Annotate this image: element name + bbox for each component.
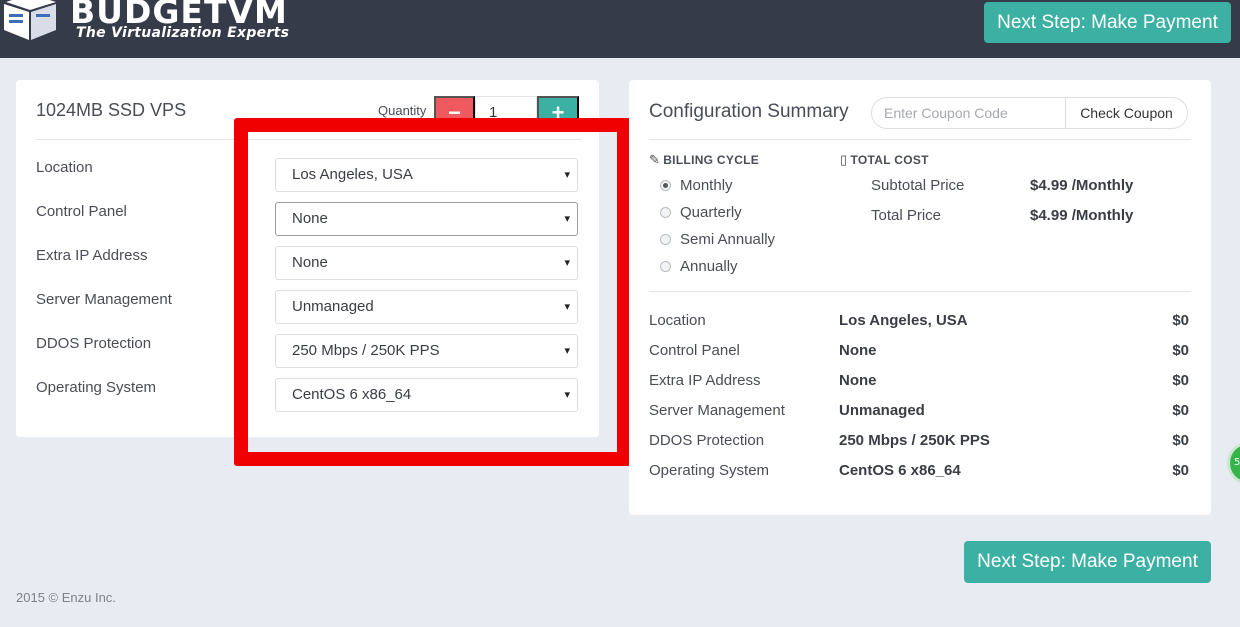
- billing-cycle-heading-text: BILLING CYCLE: [663, 153, 760, 167]
- billing-option-monthly[interactable]: Monthly: [660, 177, 733, 194]
- total-label: Total Price: [871, 207, 942, 224]
- summary-row-label: DDOS Protection: [649, 432, 765, 449]
- extra-ip-label: Extra IP Address: [36, 247, 148, 264]
- chevron-down-icon: ▾: [564, 257, 570, 269]
- ddos-protection-label: DDOS Protection: [36, 335, 152, 352]
- divider: [649, 291, 1191, 292]
- radio-icon[interactable]: [660, 207, 671, 218]
- configuration-summary-card: Configuration Summary Enter Coupon Code …: [629, 80, 1211, 515]
- summary-row-value: CentOS 6 x86_64: [839, 462, 961, 479]
- ddos-protection-select-value: 250 Mbps / 250K PPS: [292, 342, 440, 359]
- billing-option-semi-annually[interactable]: Semi Annually: [660, 231, 775, 248]
- billing-option-label: Monthly: [680, 177, 733, 194]
- quantity-decrement-button[interactable]: −: [434, 96, 475, 128]
- radio-icon[interactable]: [660, 234, 671, 245]
- summary-row-value: Unmanaged: [839, 402, 925, 419]
- next-step-payment-button-bottom[interactable]: Next Step: Make Payment: [964, 541, 1211, 583]
- location-label: Location: [36, 159, 93, 176]
- pin-icon: ✎: [649, 152, 661, 167]
- server-management-select[interactable]: Unmanaged ▾: [275, 290, 578, 324]
- billing-option-label: Quarterly: [680, 204, 742, 221]
- extra-ip-select[interactable]: None ▾: [275, 246, 578, 280]
- summary-row-label: Server Management: [649, 402, 785, 419]
- summary-row-label: Control Panel: [649, 342, 740, 359]
- summary-row-label: Extra IP Address: [649, 372, 761, 389]
- check-coupon-button[interactable]: Check Coupon: [1065, 97, 1188, 129]
- summary-row-label: Operating System: [649, 462, 770, 479]
- plus-icon: +: [551, 100, 565, 125]
- radio-icon[interactable]: [660, 261, 671, 272]
- quantity-input[interactable]: 1: [475, 96, 537, 128]
- summary-row-value: None: [839, 342, 877, 359]
- operating-system-select[interactable]: CentOS 6 x86_64 ▾: [275, 378, 578, 412]
- chevron-down-icon: ▾: [564, 169, 570, 181]
- chevron-down-icon: ▾: [564, 345, 570, 357]
- budgetvm-logo[interactable]: BUDGETVM The Virtualization Experts: [0, 0, 320, 44]
- product-config-card: 1024MB SSD VPS Quantity − 1 + Location C…: [16, 80, 599, 437]
- summary-row-label: Location: [649, 312, 706, 329]
- server-box-logo-icon: [4, 0, 56, 40]
- operating-system-label: Operating System: [36, 379, 157, 396]
- summary-row-value: 250 Mbps / 250K PPS: [839, 432, 990, 449]
- server-management-label: Server Management: [36, 291, 172, 308]
- extra-ip-select-value: None: [292, 254, 328, 271]
- billing-option-quarterly[interactable]: Quarterly: [660, 204, 742, 221]
- location-select[interactable]: Los Angeles, USA ▾: [275, 158, 578, 192]
- chevron-down-icon: ▾: [564, 389, 570, 401]
- total-cost-heading-text: TOTAL COST: [850, 153, 929, 167]
- total-value: $4.99 /Monthly: [1030, 207, 1134, 224]
- control-panel-label: Control Panel: [36, 203, 127, 220]
- coupon-code-input[interactable]: Enter Coupon Code: [871, 97, 1067, 129]
- clipboard-icon: ▯: [840, 152, 848, 167]
- summary-row-value: Los Angeles, USA: [839, 312, 968, 329]
- summary-row-price: $0: [1172, 312, 1189, 329]
- quantity-label: Quantity: [378, 103, 427, 118]
- chevron-down-icon: ▾: [564, 213, 570, 225]
- summary-row-price: $0: [1172, 462, 1189, 479]
- summary-row-price: $0: [1172, 402, 1189, 419]
- radio-selected-icon[interactable]: [660, 180, 671, 191]
- location-select-value: Los Angeles, USA: [292, 166, 413, 183]
- ddos-protection-select[interactable]: 250 Mbps / 250K PPS ▾: [275, 334, 578, 368]
- server-management-select-value: Unmanaged: [292, 298, 374, 315]
- brand-tagline: The Virtualization Experts: [76, 25, 290, 41]
- chevron-down-icon: ▾: [564, 301, 570, 313]
- summary-row-price: $0: [1172, 372, 1189, 389]
- next-step-payment-button-top[interactable]: Next Step: Make Payment: [984, 2, 1231, 43]
- chat-widget-icon[interactable]: 5: [1227, 442, 1240, 484]
- billing-cycle-heading: ✎ BILLING CYCLE: [649, 152, 759, 168]
- subtotal-label: Subtotal Price: [871, 177, 965, 194]
- summary-row-price: $0: [1172, 432, 1189, 449]
- quantity-increment-button[interactable]: +: [537, 96, 579, 128]
- divider: [649, 139, 1191, 140]
- summary-title: Configuration Summary: [649, 101, 849, 122]
- control-panel-select-value: None: [292, 210, 328, 227]
- product-title: 1024MB SSD VPS: [36, 100, 187, 120]
- minus-icon: −: [448, 100, 461, 125]
- control-panel-select[interactable]: None ▾: [275, 202, 578, 236]
- top-navbar: BUDGETVM The Virtualization Experts Next…: [0, 0, 1240, 58]
- divider: [36, 139, 582, 140]
- footer-copyright: 2015 © Enzu Inc.: [16, 590, 116, 605]
- total-cost-heading: ▯ TOTAL COST: [840, 152, 929, 168]
- billing-option-label: Semi Annually: [680, 231, 776, 248]
- chat-badge-count: 5: [1234, 457, 1240, 468]
- summary-row-value: None: [839, 372, 877, 389]
- subtotal-value: $4.99 /Monthly: [1030, 177, 1134, 194]
- billing-option-annually[interactable]: Annually: [660, 258, 738, 275]
- summary-row-price: $0: [1172, 342, 1189, 359]
- operating-system-select-value: CentOS 6 x86_64: [292, 386, 412, 403]
- billing-option-label: Annually: [680, 258, 738, 275]
